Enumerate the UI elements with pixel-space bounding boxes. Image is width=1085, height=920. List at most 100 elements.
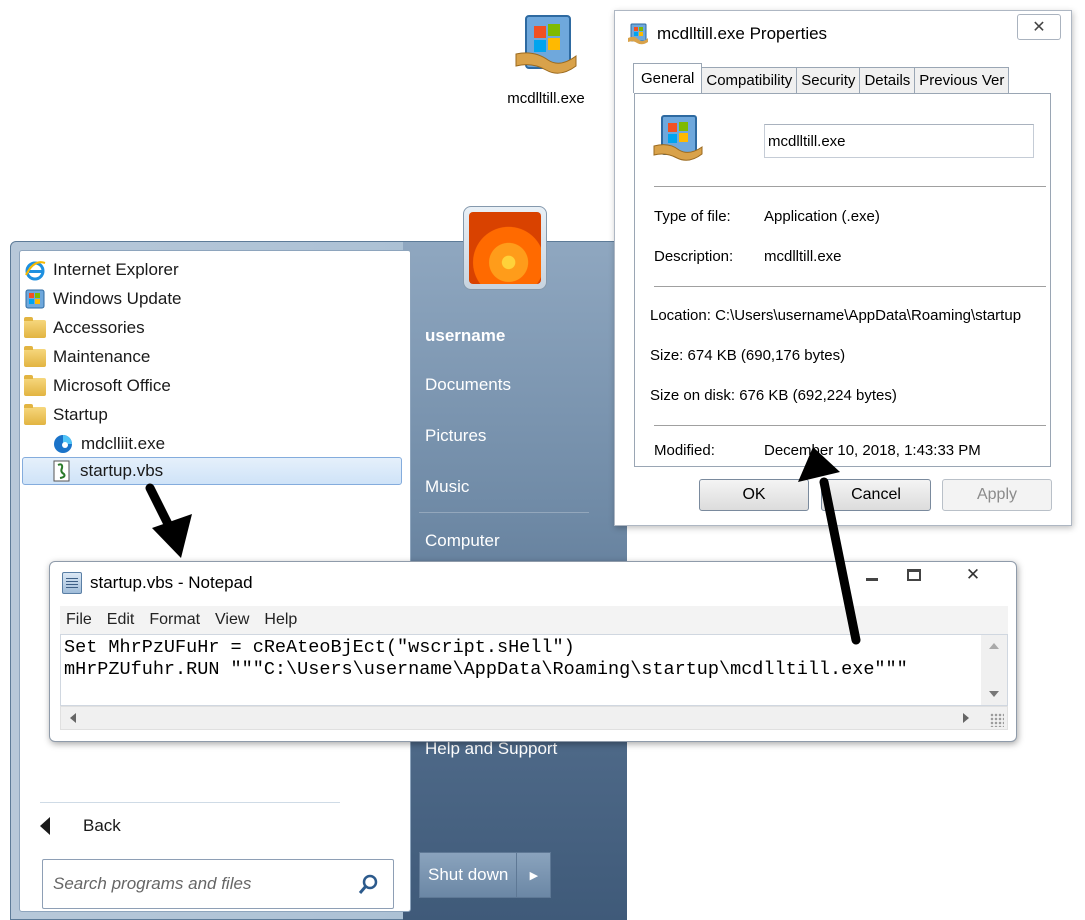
location-value: C:\Users\username\AppData\Roaming\startu… [715, 307, 1022, 324]
tab-bar: General Compatibility Security Details P… [633, 63, 1010, 93]
program-label: Windows Update [53, 289, 182, 308]
back-button[interactable]: Back [40, 811, 121, 841]
size-row: Size: 674 KB (690,176 bytes) [650, 347, 845, 364]
program-label: mdclliit.exe [81, 434, 166, 453]
program-label: Internet Explorer [53, 260, 179, 279]
modified-label: Modified: [654, 442, 715, 459]
menu-view[interactable]: View [215, 611, 249, 629]
maximize-icon [907, 569, 921, 581]
cancel-button[interactable]: Cancel [821, 479, 931, 511]
notepad-icon [62, 572, 82, 594]
close-icon: ✕ [965, 565, 981, 584]
edge-icon [52, 433, 74, 455]
tab-previous-versions[interactable]: Previous Ver [914, 67, 1010, 93]
program-maintenance[interactable]: Maintenance [24, 343, 150, 371]
right-item-computer[interactable]: Computer [425, 531, 500, 551]
size-label: Size: [650, 347, 684, 364]
scroll-down-icon[interactable] [989, 691, 999, 697]
flower-image [469, 212, 541, 284]
filename-field[interactable] [764, 124, 1034, 158]
menu-help[interactable]: Help [264, 611, 297, 629]
shutdown-options-button[interactable]: ▶ [517, 852, 552, 898]
desktop-icon-mcdlltill[interactable]: mcdlltill.exe [492, 12, 600, 107]
tab-security[interactable]: Security [796, 67, 861, 93]
menu-file[interactable]: File [66, 611, 92, 629]
app-icon [653, 114, 703, 164]
editor-content: Set MhrPzUFuHr = cReAteoBjEct("wscript.s… [64, 637, 976, 681]
notepad-title-text: startup.vbs - Notepad [90, 573, 253, 592]
app-icon [514, 12, 578, 84]
menu-format[interactable]: Format [149, 611, 200, 629]
menu-bar: File Edit Format View Help [60, 606, 1008, 634]
ok-button[interactable]: OK [699, 479, 809, 511]
desktop-icon-label: mcdlltill.exe [507, 90, 585, 107]
vertical-scrollbar[interactable] [981, 635, 1007, 705]
search-icon[interactable] [357, 874, 379, 896]
description-value: mcdlltill.exe [764, 248, 842, 265]
folder-icon [24, 317, 46, 338]
tab-general[interactable]: General [633, 63, 703, 93]
notepad-title: startup.vbs - Notepad [62, 572, 253, 594]
folder-icon [24, 346, 46, 367]
size-on-disk-label: Size on disk: [650, 387, 736, 404]
resize-grip-icon[interactable] [990, 713, 1004, 727]
dialog-title: mcdlltill.exe Properties [627, 23, 827, 45]
apply-button[interactable]: Apply [942, 479, 1052, 511]
folder-icon [24, 375, 46, 396]
divider [40, 802, 340, 803]
menu-edit[interactable]: Edit [107, 611, 135, 629]
back-arrow-icon [40, 817, 50, 835]
app-icon [627, 23, 649, 45]
location-row: Location: C:\Users\username\AppData\Roam… [650, 307, 1021, 324]
program-microsoft-office[interactable]: Microsoft Office [24, 372, 171, 400]
internet-explorer-icon [24, 259, 46, 281]
program-startup-vbs[interactable]: startup.vbs [22, 457, 402, 485]
divider [654, 286, 1046, 287]
divider [654, 186, 1046, 187]
location-label: Location: [650, 307, 711, 324]
script-line-1: Set MhrPzUFuHr = cReAteoBjEct("wscript.s… [64, 637, 575, 658]
notepad-window: startup.vbs - Notepad ✕ File Edit Format… [49, 561, 1017, 742]
size-on-disk-row: Size on disk: 676 KB (692,224 bytes) [650, 387, 897, 404]
chevron-right-icon: ▶ [529, 869, 539, 882]
back-label: Back [83, 816, 121, 835]
description-label: Description: [654, 248, 734, 265]
scroll-left-icon[interactable] [70, 713, 76, 723]
horizontal-scrollbar[interactable] [60, 706, 1008, 730]
right-item-help[interactable]: Help and Support [425, 739, 557, 759]
program-label: Microsoft Office [53, 376, 171, 395]
tab-compatibility[interactable]: Compatibility [701, 67, 798, 93]
program-accessories[interactable]: Accessories [24, 314, 145, 342]
right-item-pictures[interactable]: Pictures [425, 426, 486, 446]
tab-details[interactable]: Details [859, 67, 916, 93]
close-button[interactable]: ✕ [945, 564, 1001, 586]
divider [419, 512, 589, 513]
scroll-right-icon[interactable] [963, 713, 969, 723]
program-windows-update[interactable]: Windows Update [24, 285, 182, 313]
script-line-2: mHrPZUfuhr.RUN """C:\Users\username\AppD… [64, 659, 908, 680]
modified-value: December 10, 2018, 1:43:33 PM [764, 442, 981, 459]
program-label: startup.vbs [80, 461, 164, 480]
shutdown-button[interactable]: Shut down [419, 852, 518, 898]
right-item-username[interactable]: username [425, 326, 505, 346]
windows-update-icon [24, 288, 46, 310]
search-box [42, 859, 394, 909]
text-editor[interactable]: Set MhrPzUFuHr = cReAteoBjEct("wscript.s… [60, 634, 1008, 706]
search-input[interactable] [53, 874, 343, 894]
maximize-button[interactable] [891, 564, 937, 586]
program-mdclliit[interactable]: mdclliit.exe [52, 430, 165, 458]
right-item-music[interactable]: Music [425, 477, 469, 497]
close-icon: ✕ [1032, 19, 1046, 36]
scroll-up-icon[interactable] [989, 643, 999, 649]
program-internet-explorer[interactable]: Internet Explorer [24, 256, 179, 284]
divider [654, 425, 1046, 426]
minimize-button[interactable] [849, 564, 895, 586]
size-value: 674 KB (690,176 bytes) [687, 347, 846, 364]
program-startup[interactable]: Startup [24, 401, 108, 429]
program-label: Accessories [53, 318, 145, 337]
user-picture-avatar[interactable] [463, 206, 547, 290]
script-icon [51, 460, 73, 482]
right-item-documents[interactable]: Documents [425, 375, 511, 395]
general-panel: Type of file: Application (.exe) Descrip… [634, 93, 1051, 467]
close-button[interactable]: ✕ [1017, 14, 1061, 40]
